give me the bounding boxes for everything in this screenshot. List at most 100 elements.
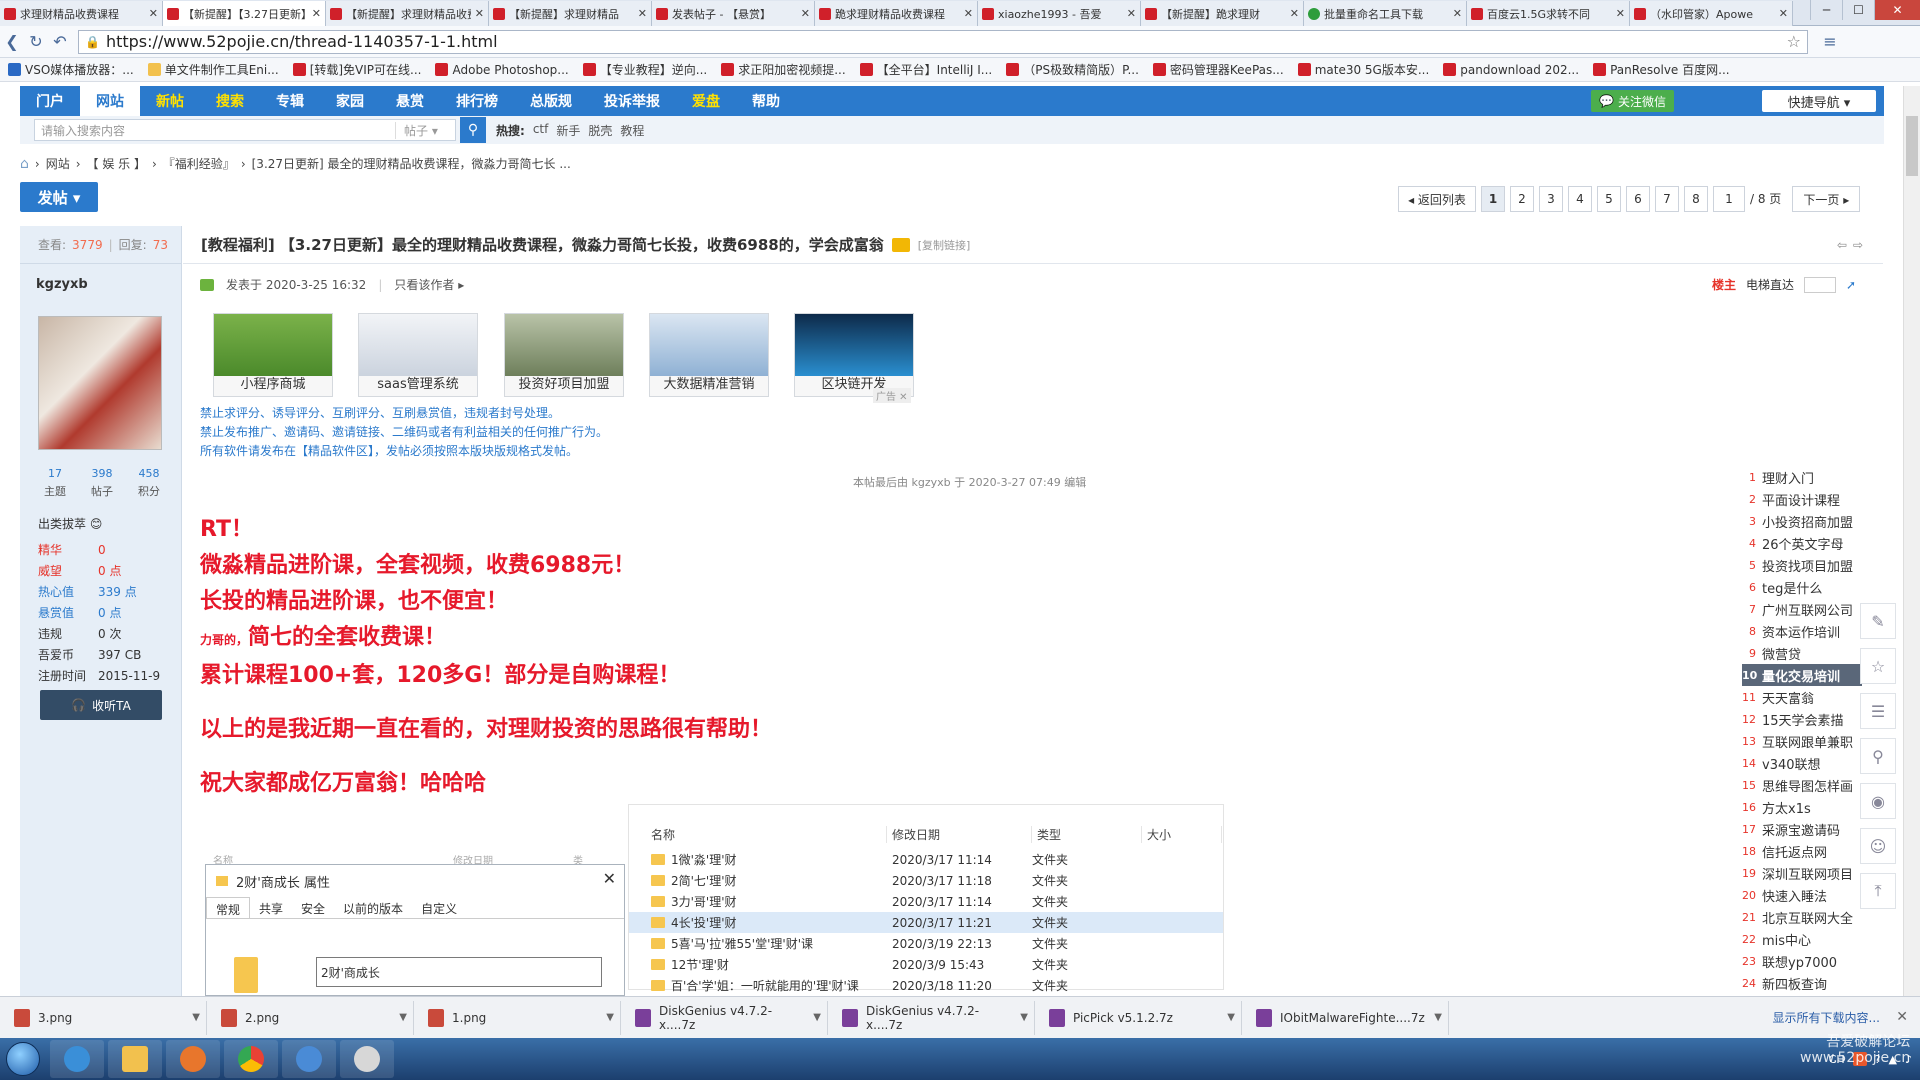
related-search-item[interactable]: 17 采源宝邀请码: [1742, 818, 1862, 840]
menu-icon[interactable]: ≡: [1818, 32, 1842, 51]
page-button[interactable]: 8: [1684, 186, 1708, 212]
next-page-button[interactable]: 下一页 ▸: [1792, 186, 1861, 212]
bookmark-item[interactable]: 单文件制作工具Eni...: [144, 61, 289, 78]
browser-tab[interactable]: 【新提醒】求理财精品 ✕: [489, 1, 652, 26]
avatar[interactable]: [38, 316, 162, 450]
taskbar-chrome[interactable]: [224, 1040, 278, 1078]
author-stat[interactable]: 398 帖子: [79, 467, 125, 499]
related-search-item[interactable]: 20 快速入睡法: [1742, 884, 1862, 906]
nav-item[interactable]: 帮助: [736, 86, 796, 116]
chevron-down-icon[interactable]: ▼: [399, 1012, 407, 1023]
taskbar-explorer[interactable]: [108, 1040, 162, 1078]
related-search-item[interactable]: 23 联想yp7000: [1742, 950, 1862, 972]
close-window-button[interactable]: ✕: [1874, 0, 1920, 20]
bookmark-item[interactable]: PanResolve 百度网...: [1589, 61, 1740, 78]
undo-icon[interactable]: ↶: [48, 32, 72, 51]
related-search-item[interactable]: 7 广州互联网公司: [1742, 598, 1862, 620]
page-button[interactable]: 2: [1510, 186, 1534, 212]
nav-item[interactable]: 家园: [320, 86, 380, 116]
nav-item[interactable]: 搜索: [200, 86, 260, 116]
bookmark-item[interactable]: （PS极致精简版）P...: [1002, 61, 1149, 78]
star-icon[interactable]: ☆: [1860, 648, 1896, 684]
browser-tab[interactable]: 【新提醒】求理财精品收费课程 ✕: [326, 1, 489, 26]
edit-icon[interactable]: ✎: [1860, 603, 1896, 639]
bookmark-item[interactable]: [转载]免VIP可在线...: [289, 61, 432, 78]
related-search-item[interactable]: 3 小投资招商加盟: [1742, 510, 1862, 532]
related-search-item[interactable]: 2 平面设计课程: [1742, 488, 1862, 510]
related-search-item[interactable]: 11 天天富翁: [1742, 686, 1862, 708]
download-item[interactable]: DiskGenius v4.7.2-x....7z ▼: [621, 1000, 828, 1035]
search-icon[interactable]: ⚲: [1860, 738, 1896, 774]
related-search-item[interactable]: 5 投资找项目加盟: [1742, 554, 1862, 576]
new-post-button[interactable]: 发帖 ▾: [20, 182, 98, 212]
hot-search-word[interactable]: 脱壳: [588, 122, 612, 139]
elevator-go-icon[interactable]: ➚: [1846, 278, 1856, 292]
user-icon[interactable]: ☺: [1860, 828, 1896, 864]
refresh-icon[interactable]: ↻: [24, 32, 48, 51]
nav-item[interactable]: 新帖: [140, 86, 200, 116]
nav-item[interactable]: 总版规: [514, 86, 588, 116]
page-button[interactable]: 5: [1597, 186, 1621, 212]
related-search-item[interactable]: 21 北京互联网大全: [1742, 906, 1862, 928]
tab-close-icon[interactable]: ✕: [312, 7, 321, 20]
scrollbar-thumb[interactable]: [1906, 116, 1918, 176]
related-search-item[interactable]: 14 v340联想: [1742, 752, 1862, 774]
tab-close-icon[interactable]: ✕: [801, 7, 810, 20]
bookmark-item[interactable]: Adobe Photoshop...: [431, 63, 578, 77]
related-search-item[interactable]: 9 微营贷: [1742, 642, 1862, 664]
related-search-item[interactable]: 19 深圳互联网项目: [1742, 862, 1862, 884]
taskbar-ie[interactable]: [50, 1040, 104, 1078]
hot-search-word[interactable]: 新手: [556, 122, 580, 139]
bookmark-item[interactable]: 求正阳加密视频提...: [717, 61, 855, 78]
page-scrollbar[interactable]: [1903, 86, 1920, 996]
download-item[interactable]: 1.png ▼: [414, 1000, 621, 1035]
tab-close-icon[interactable]: ✕: [964, 7, 973, 20]
chevron-down-icon[interactable]: ▼: [606, 1012, 614, 1023]
nav-item[interactable]: 网站: [80, 86, 140, 116]
back-icon[interactable]: ❮: [0, 32, 24, 51]
chevron-down-icon[interactable]: ▼: [813, 1012, 821, 1023]
tab-close-icon[interactable]: ✕: [1290, 7, 1299, 20]
nav-item[interactable]: 投诉举报: [588, 86, 676, 116]
show-all-downloads-link[interactable]: 显示所有下载内容...: [1773, 1009, 1880, 1026]
breadcrumb-item[interactable]: 网站: [46, 155, 70, 172]
tab-close-icon[interactable]: ✕: [475, 7, 484, 20]
browser-tab[interactable]: 发表帖子 - 【悬赏】 ✕: [652, 1, 815, 26]
elevator-input[interactable]: [1804, 276, 1837, 293]
related-search-item[interactable]: 8 资本运作培训: [1742, 620, 1862, 642]
author-name[interactable]: kgzyxb: [36, 277, 88, 292]
hot-search-word[interactable]: 教程: [620, 122, 644, 139]
page-button[interactable]: 4: [1568, 186, 1592, 212]
bookmark-item[interactable]: 密码管理器KeePas...: [1149, 61, 1294, 78]
browser-tab[interactable]: 【新提醒】【3.27日更新】最全 ✕: [163, 1, 326, 26]
chevron-down-icon[interactable]: ▼: [192, 1012, 200, 1023]
prev-thread-icon[interactable]: ⇦: [1837, 238, 1847, 252]
related-search-item[interactable]: 18 信托返点网: [1742, 840, 1862, 862]
related-search-item[interactable]: 12 15天学会素描: [1742, 708, 1862, 730]
ad-tile[interactable]: 区块链开发: [794, 313, 914, 397]
related-search-item[interactable]: 22 mis中心: [1742, 928, 1862, 950]
hot-search-word[interactable]: ctf: [533, 122, 549, 139]
taskbar-globe[interactable]: [282, 1040, 336, 1078]
download-item[interactable]: PicPick v5.1.2.7z ▼: [1035, 1000, 1242, 1035]
breadcrumb-item[interactable]: [3.27日更新] 最全的理财精品收费课程，微淼力哥简七长 ...: [252, 155, 571, 172]
minimize-button[interactable]: ─: [1810, 0, 1842, 20]
author-stat[interactable]: 17 主题: [32, 467, 78, 499]
copy-link[interactable]: [复制链接]: [918, 237, 971, 253]
home-icon[interactable]: ⌂: [20, 156, 29, 172]
tab-close-icon[interactable]: ✕: [1453, 7, 1462, 20]
browser-tab[interactable]: 求理财精品收费课程 ✕: [0, 1, 163, 26]
browser-tab[interactable]: 百度云1.5G求转不同 ✕: [1467, 1, 1630, 26]
browser-tab[interactable]: 【新提醒】跪求理财 ✕: [1141, 1, 1304, 26]
search-button[interactable]: ⚲: [460, 117, 486, 143]
author-stat[interactable]: 458 积分: [126, 467, 172, 499]
ad-tile[interactable]: 投资好项目加盟: [504, 313, 624, 397]
nav-item[interactable]: 门户: [20, 86, 80, 116]
search-scope-select[interactable]: 帖子 ▾: [395, 121, 455, 139]
wechat-follow-button[interactable]: 💬 关注微信: [1591, 90, 1674, 112]
ad-tag[interactable]: 广告 ✕: [873, 388, 911, 403]
related-search-item[interactable]: 24 新四板查询: [1742, 972, 1862, 994]
only-author-link[interactable]: 只看该作者 ▸: [394, 276, 464, 293]
ad-tile[interactable]: 小程序商城: [213, 313, 333, 397]
nav-item[interactable]: 悬赏: [380, 86, 440, 116]
